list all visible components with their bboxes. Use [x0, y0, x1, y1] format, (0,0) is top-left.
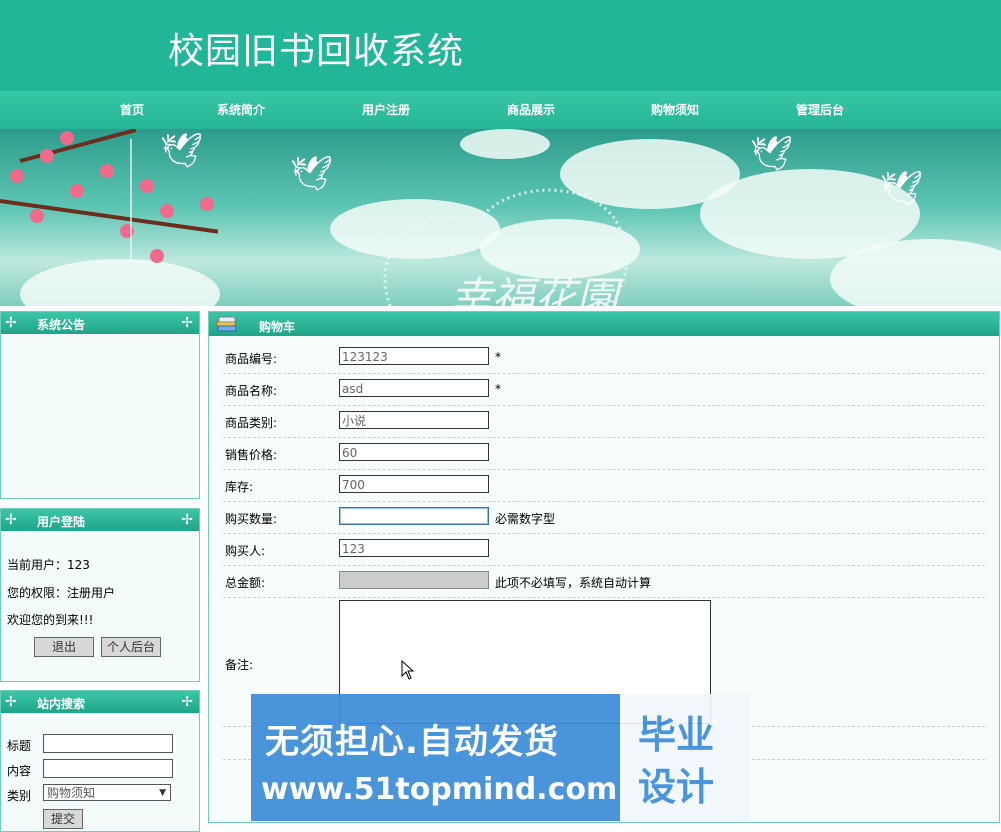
form-row: 商品名称: asd * [223, 374, 985, 406]
site-header: 校园旧书回收系统 [0, 0, 1001, 91]
watermark-badge-line1: 毕业 [638, 713, 715, 757]
ornament-icon: ✢ [181, 315, 193, 331]
announcement-panel: ✢ 系统公告 ✢ [0, 311, 200, 499]
watermark-slogan: 无须担心.自动发货 [265, 722, 559, 762]
field-label: 库存: [225, 480, 254, 494]
nav-item-admin[interactable]: 管理后台 [796, 101, 844, 118]
cart-panel-header: 购物车 [209, 312, 999, 336]
buyer-field[interactable]: 123 [339, 539, 489, 557]
required-mark: * [495, 382, 501, 396]
field-label: 总金额: [225, 576, 266, 590]
watermark-overlay: 无须担心.自动发货 www.51topmind.com 毕业 设计 [251, 694, 750, 821]
ornament-icon: ✢ [5, 694, 17, 710]
search-content-label: 内容 [7, 764, 32, 778]
field-label: 购买人: [225, 544, 266, 558]
dove-icon: 🕊 [160, 131, 204, 171]
search-title: 站内搜索 [37, 697, 86, 711]
banner-text: 幸福花園 [450, 273, 619, 306]
cart-title: 购物车 [259, 320, 296, 334]
field-label: 商品编号: [225, 352, 278, 366]
price-field[interactable]: 60 [339, 443, 489, 461]
total-amount-hint: 此项不必填写，系统自动计算 [495, 576, 652, 590]
ornament-icon: ✢ [5, 315, 17, 331]
welcome-text: 欢迎您的到来!!! [7, 613, 94, 627]
nav-item-intro[interactable]: 系统简介 [217, 101, 265, 118]
form-row: 商品类别: 小说 [223, 406, 985, 438]
ornament-icon: ✢ [5, 512, 17, 528]
search-panel-header: ✢ 站内搜索 ✢ [1, 691, 199, 713]
dove-icon: 🕊 [750, 134, 794, 174]
form-row: 库存: 700 [223, 470, 985, 502]
login-panel: ✢ 用户登陆 ✢ 当前用户：123 您的权限：注册用户 欢迎您的到来!!! 退出… [0, 508, 200, 682]
logout-button[interactable]: 退出 [34, 637, 94, 657]
watermark-badge: 毕业 设计 [620, 694, 750, 821]
field-label: 备注: [225, 658, 254, 672]
personal-center-button[interactable]: 个人后台 [101, 637, 161, 657]
form-row: 商品编号: 123123 * [223, 342, 985, 374]
search-title-input[interactable] [43, 734, 173, 753]
search-title-label: 标题 [7, 739, 32, 753]
form-row: 销售价格: 60 [223, 438, 985, 470]
field-label: 商品名称: [225, 384, 278, 398]
search-panel: ✢ 站内搜索 ✢ 标题 内容 类别 购物须知 ▼ 提交 [0, 690, 200, 832]
search-category-value: 购物须知 [47, 786, 96, 800]
nav-item-products[interactable]: 商品展示 [507, 101, 555, 118]
nav-item-guide[interactable]: 购物须知 [651, 101, 699, 118]
quantity-hint: 必需数字型 [495, 512, 556, 526]
product-category-field[interactable]: 小说 [339, 411, 489, 429]
watermark-badge-line2: 设计 [638, 765, 715, 809]
dove-icon: 🕊 [880, 169, 924, 209]
site-title: 校园旧书回收系统 [168, 31, 465, 72]
chevron-down-icon: ▼ [159, 788, 166, 798]
books-icon [216, 316, 237, 332]
dove-icon: 🕊 [290, 154, 334, 194]
search-category-label: 类别 [7, 789, 32, 803]
current-user-text: 当前用户：123 [7, 558, 90, 572]
ornament-icon: ✢ [181, 694, 193, 710]
announcement-title: 系统公告 [37, 318, 86, 332]
login-panel-header: ✢ 用户登陆 ✢ [1, 509, 199, 531]
banner-image: 🕊 🕊 🕊 🕊 幸福花園 [0, 129, 1001, 306]
form-row: 总金额: 此项不必填写，系统自动计算 [223, 566, 985, 598]
mouse-cursor-icon [401, 660, 415, 680]
field-label: 商品类别: [225, 416, 278, 430]
field-label: 购买数量: [225, 512, 278, 526]
quantity-field[interactable] [339, 507, 489, 525]
login-title: 用户登陆 [37, 515, 86, 529]
form-row: 购买人: 123 [223, 534, 985, 566]
ornament-icon: ✢ [181, 512, 193, 528]
total-amount-field[interactable] [339, 571, 489, 589]
watermark-url: www.51topmind.com [261, 772, 618, 807]
permission-text: 您的权限：注册用户 [7, 586, 116, 600]
product-name-field[interactable]: asd [339, 379, 489, 397]
search-content-input[interactable] [43, 759, 173, 778]
main-nav: 首页 系统简介 用户注册 商品展示 购物须知 管理后台 [0, 91, 1001, 129]
required-mark: * [495, 350, 501, 364]
nav-item-register[interactable]: 用户注册 [362, 101, 410, 118]
search-category-select[interactable]: 购物须知 ▼ [43, 784, 171, 801]
nav-item-home[interactable]: 首页 [120, 101, 144, 118]
stock-field[interactable]: 700 [339, 475, 489, 493]
announcement-panel-header: ✢ 系统公告 ✢ [1, 312, 199, 334]
form-row: 购买数量: 必需数字型 [223, 502, 985, 534]
field-label: 销售价格: [225, 448, 278, 462]
product-id-field[interactable]: 123123 [339, 347, 489, 365]
search-submit-button[interactable]: 提交 [43, 809, 83, 829]
